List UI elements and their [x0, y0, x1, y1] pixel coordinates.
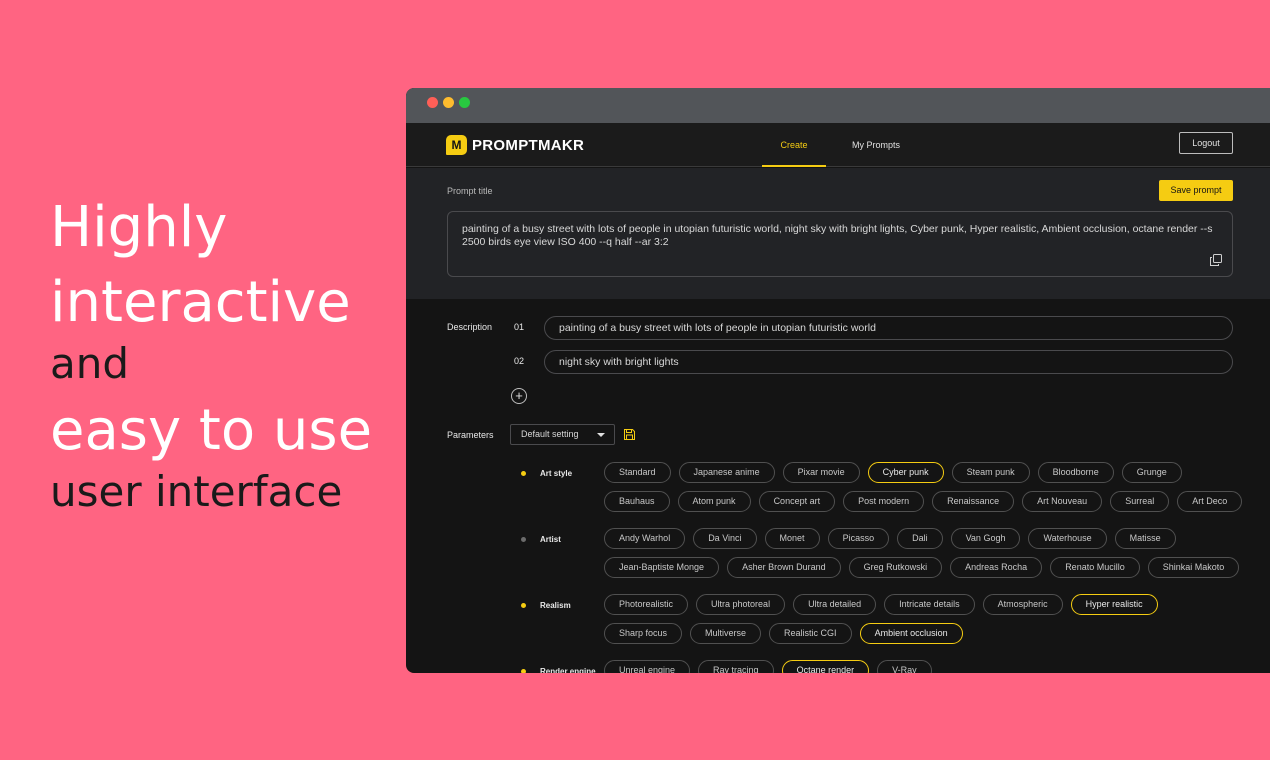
parameter-chip[interactable]: Monet [764, 528, 820, 549]
description-number: 02 [514, 356, 525, 366]
save-prompt-button[interactable]: Save prompt [1159, 180, 1233, 201]
parameter-chip[interactable]: Japanese anime [678, 462, 775, 483]
parameter-chip[interactable]: Multiverse [690, 623, 762, 644]
add-description-button[interactable]: + [511, 388, 527, 404]
parameter-chip[interactable]: Da Vinci [693, 528, 757, 549]
chip-row: Sharp focus Multiverse Realistic CGI Ambien… [604, 623, 963, 644]
category-label-render-engine: Render engine [540, 667, 596, 673]
hero-line: easy to use [50, 398, 373, 463]
parameter-chip[interactable]: Hyper realistic [1070, 594, 1158, 615]
logo[interactable]: M PROMPTMAKR [446, 135, 584, 155]
description-input[interactable]: night sky with bright lights [544, 350, 1233, 374]
parameter-chip[interactable]: Surreal [1110, 491, 1170, 512]
app-header: M PROMPTMAKR Create My Prompts Logout [406, 123, 1270, 167]
hero-line: Highly [50, 195, 228, 260]
parameter-chip[interactable]: Sharp focus [604, 623, 683, 644]
parameter-chip[interactable]: Renaissance [932, 491, 1015, 512]
parameter-chip[interactable]: Ray tracing [698, 660, 774, 673]
parameter-chip[interactable]: Dali [897, 528, 943, 549]
minimize-window-icon[interactable] [443, 97, 454, 108]
chip-row: Unreal engine Ray tracing Octane render V-R… [604, 660, 932, 673]
copy-icon[interactable] [1210, 254, 1222, 266]
logo-icon: M [446, 135, 467, 155]
parameter-chip[interactable]: Octane render [781, 660, 870, 673]
parameter-chip[interactable]: Van Gogh [950, 528, 1021, 549]
close-window-icon[interactable] [427, 97, 438, 108]
parameter-chip[interactable]: Waterhouse [1028, 528, 1107, 549]
tab-create[interactable]: Create [762, 123, 826, 167]
parameters-label: Parameters [447, 430, 494, 440]
hero-line: and [50, 339, 130, 388]
parameter-chip[interactable]: Standard [604, 462, 671, 483]
category-bullet-icon [521, 669, 526, 673]
chevron-down-icon [597, 433, 605, 437]
parameter-chip[interactable]: Renato Mucillo [1050, 557, 1140, 578]
category-label-artist: Artist [540, 535, 561, 544]
parameter-chip[interactable]: Intricate details [884, 594, 975, 615]
hero-line: interactive [50, 270, 351, 335]
parameter-chip[interactable]: Ultra detailed [793, 594, 877, 615]
description-label: Description [447, 322, 493, 332]
parameter-chip[interactable]: Art Nouveau [1022, 491, 1103, 512]
parameter-chip[interactable]: Ultra photoreal [696, 594, 786, 615]
chip-row: Jean-Baptiste Monge Asher Brown Durand Gre… [604, 557, 1240, 578]
parameter-chip[interactable]: Atom punk [677, 491, 751, 512]
parameter-chip[interactable]: Picasso [827, 528, 890, 549]
prompt-section: Prompt title Save prompt painting of a b… [406, 168, 1270, 299]
tab-my-prompts[interactable]: My Prompts [846, 123, 906, 167]
maximize-window-icon[interactable] [459, 97, 470, 108]
parameter-chip[interactable]: Shinkai Makoto [1147, 557, 1240, 578]
parameter-chip[interactable]: Andreas Rocha [950, 557, 1043, 578]
category-bullet-icon [521, 603, 526, 608]
chip-row: Bauhaus Atom punk Concept art Post modern Re… [604, 491, 1243, 512]
parameter-chip[interactable]: Matisse [1114, 528, 1176, 549]
category-label-realism: Realism [540, 601, 571, 610]
prompt-title-label: Prompt title [447, 186, 493, 196]
parameter-chip[interactable]: Ambient occlusion [859, 623, 963, 644]
parameter-chip[interactable]: Cyber punk [867, 462, 944, 483]
parameter-chip[interactable]: Art Deco [1177, 491, 1243, 512]
parameter-chip[interactable]: Bloodborne [1037, 462, 1114, 483]
logo-text: PROMPTMAKR [472, 136, 585, 154]
chip-row: Andy Warhol Da Vinci Monet Picasso Dali Van G… [604, 528, 1176, 549]
parameter-chip[interactable]: V-Ray [877, 660, 932, 673]
parameter-chip[interactable]: Asher Brown Durand [727, 557, 841, 578]
chip-row: Standard Japanese anime Pixar movie Cyber p… [604, 462, 1182, 483]
window-titlebar [406, 88, 1270, 123]
preset-value: Default setting [521, 429, 579, 439]
logout-button[interactable]: Logout [1179, 132, 1233, 154]
category-label-art-style: Art style [540, 469, 573, 478]
parameter-chip[interactable]: Realistic CGI [769, 623, 852, 644]
description-number: 01 [514, 322, 525, 332]
category-bullet-icon [521, 471, 526, 476]
hero-line: user interface [50, 467, 343, 516]
parameter-chip[interactable]: Concept art [758, 491, 836, 512]
save-preset-icon[interactable] [624, 429, 635, 440]
chip-row: Photorealistic Ultra photoreal Ultra detai… [604, 594, 1158, 615]
category-bullet-icon [521, 537, 526, 542]
parameter-chip[interactable]: Unreal engine [604, 660, 691, 673]
parameter-chip[interactable]: Pixar movie [782, 462, 860, 483]
prompt-text: painting of a busy street with lots of p… [462, 223, 1213, 248]
parameter-chip[interactable]: Bauhaus [604, 491, 670, 512]
parameter-chip[interactable]: Jean-Baptiste Monge [604, 557, 720, 578]
app-window: M PROMPTMAKR Create My Prompts Logout Pr… [406, 88, 1270, 673]
parameter-chip[interactable]: Andy Warhol [604, 528, 686, 549]
parameter-chip[interactable]: Steam punk [951, 462, 1030, 483]
parameter-chip[interactable]: Post modern [843, 491, 925, 512]
parameter-chip[interactable]: Atmospheric [982, 594, 1063, 615]
parameter-chip[interactable]: Photorealistic [604, 594, 689, 615]
parameter-chip[interactable]: Grunge [1121, 462, 1182, 483]
prompt-text-field[interactable]: painting of a busy street with lots of p… [447, 211, 1233, 277]
parameters-preset-select[interactable]: Default setting [510, 424, 615, 445]
description-input[interactable]: painting of a busy street with lots of p… [544, 316, 1233, 340]
parameter-chip[interactable]: Greg Rutkowski [848, 557, 943, 578]
